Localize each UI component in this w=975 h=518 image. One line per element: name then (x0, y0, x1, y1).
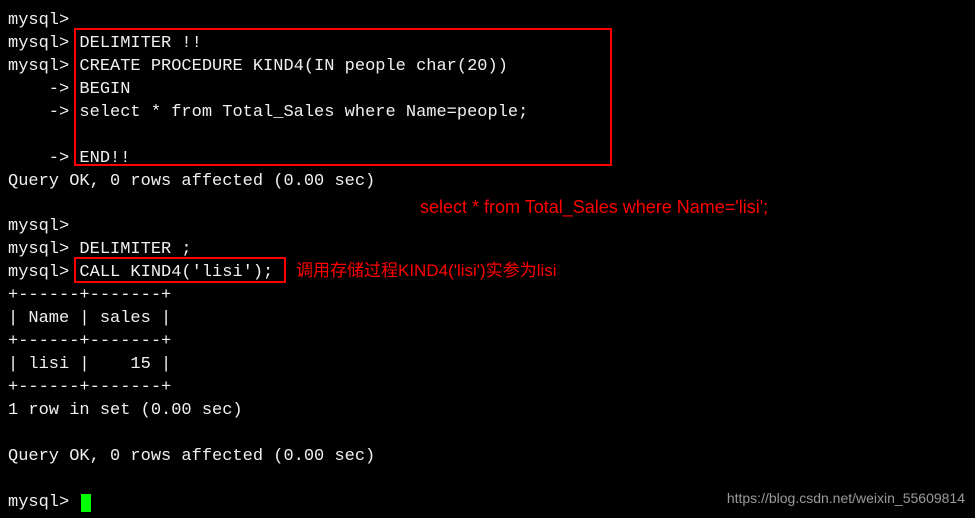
cmd-text: CREATE PROCEDURE KIND4(IN people char(20… (69, 57, 508, 76)
terminal-line (8, 423, 967, 446)
terminal-line (8, 125, 967, 148)
cmd-text: END!! (69, 149, 130, 168)
terminal-line: mysql> DELIMITER !! (8, 33, 967, 56)
cursor-icon (81, 494, 91, 512)
cmd-text: DELIMITER !! (69, 34, 202, 53)
terminal-line: -> select * from Total_Sales where Name=… (8, 102, 967, 125)
terminal-line: mysql> (8, 10, 967, 33)
output-text: Query OK, 0 rows affected (0.00 sec) (8, 447, 375, 466)
table-border: +------+-------+ (8, 285, 967, 308)
continuation-prompt: -> (8, 103, 69, 122)
cmd-text (69, 217, 79, 236)
output-text: | lisi | 15 | (8, 355, 171, 374)
mysql-prompt: mysql> (8, 57, 69, 76)
terminal-output: Query OK, 0 rows affected (0.00 sec) (8, 171, 967, 194)
mysql-prompt: mysql> (8, 217, 69, 236)
terminal-line: -> BEGIN (8, 79, 967, 102)
terminal-line: mysql> CREATE PROCEDURE KIND4(IN people … (8, 56, 967, 79)
table-border: +------+-------+ (8, 377, 967, 400)
output-text: +------+-------+ (8, 378, 171, 397)
continuation-prompt: -> (8, 80, 69, 99)
cmd-text: select * from Total_Sales where Name=peo… (69, 103, 528, 122)
output-text: 1 row in set (0.00 sec) (8, 401, 243, 420)
terminal-output: 1 row in set (0.00 sec) (8, 400, 967, 423)
output-text: | Name | sales | (8, 309, 171, 328)
mysql-prompt: mysql> (8, 11, 69, 30)
output-text: +------+-------+ (8, 332, 171, 351)
table-border: +------+-------+ (8, 331, 967, 354)
cmd-text: DELIMITER ; (69, 240, 191, 259)
cmd-text: CALL KIND4('lisi'); (69, 263, 273, 282)
mysql-prompt: mysql> (8, 263, 69, 282)
mysql-prompt: mysql> (8, 493, 69, 512)
cmd-text (69, 493, 79, 512)
table-row: | lisi | 15 | (8, 354, 967, 377)
output-text: Query OK, 0 rows affected (0.00 sec) (8, 172, 375, 191)
terminal-line: mysql> DELIMITER ; (8, 239, 967, 262)
table-header: | Name | sales | (8, 308, 967, 331)
annotation-2: 调用存储过程KIND4('lisi')实参为lisi (296, 260, 557, 283)
output-text: +------+-------+ (8, 286, 171, 305)
cmd-text (69, 11, 79, 30)
continuation-prompt: -> (8, 149, 69, 168)
mysql-prompt: mysql> (8, 240, 69, 259)
terminal-output: Query OK, 0 rows affected (0.00 sec) (8, 446, 967, 469)
cmd-text: BEGIN (69, 80, 130, 99)
terminal-line: -> END!! (8, 148, 967, 171)
watermark-text: https://blog.csdn.net/weixin_55609814 (727, 489, 965, 508)
mysql-prompt: mysql> (8, 34, 69, 53)
annotation-1: select * from Total_Sales where Name='li… (420, 195, 768, 219)
terminal-line: mysql> (8, 216, 967, 239)
